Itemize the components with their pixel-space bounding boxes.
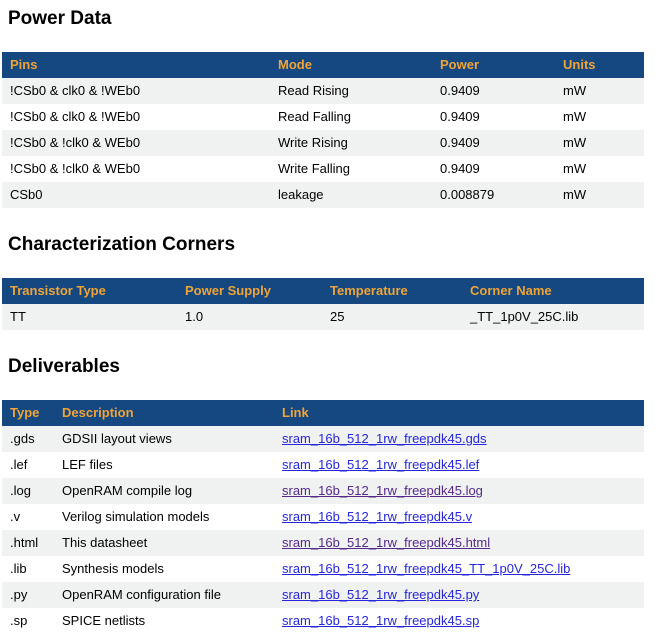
- table-row: .log OpenRAM compile log sram_16b_512_1r…: [2, 478, 644, 504]
- file-description-cell: OpenRAM compile log: [54, 478, 274, 504]
- table-row: .py OpenRAM configuration file sram_16b_…: [2, 582, 644, 608]
- table-row: .lib Synthesis models sram_16b_512_1rw_f…: [2, 556, 644, 582]
- column-header-transistor-type: Transistor Type: [2, 278, 177, 304]
- table-row: .sp SPICE netlists sram_16b_512_1rw_free…: [2, 608, 644, 634]
- deliverable-link-lef[interactable]: sram_16b_512_1rw_freepdk45.lef: [282, 457, 479, 472]
- file-link-cell: sram_16b_512_1rw_freepdk45_TT_1p0V_25C.l…: [274, 556, 644, 582]
- units-cell: mW: [555, 182, 644, 208]
- deliverable-link-sp[interactable]: sram_16b_512_1rw_freepdk45.sp: [282, 613, 479, 628]
- table-row: !CSb0 & !clk0 & WEb0 Write Rising 0.9409…: [2, 130, 644, 156]
- corners-header-row: Transistor Type Power Supply Temperature…: [2, 278, 644, 304]
- file-type-cell: .log: [2, 478, 54, 504]
- pins-cell: CSb0: [2, 182, 270, 208]
- characterization-corners-table: Transistor Type Power Supply Temperature…: [2, 278, 644, 330]
- table-row: .html This datasheet sram_16b_512_1rw_fr…: [2, 530, 644, 556]
- table-row: .lef LEF files sram_16b_512_1rw_freepdk4…: [2, 452, 644, 478]
- pins-cell: !CSb0 & !clk0 & WEb0: [2, 130, 270, 156]
- column-header-power-supply: Power Supply: [177, 278, 322, 304]
- section-title-power-data: Power Data: [8, 8, 658, 29]
- file-link-cell: sram_16b_512_1rw_freepdk45.lef: [274, 452, 644, 478]
- units-cell: mW: [555, 104, 644, 130]
- deliverable-link-py[interactable]: sram_16b_512_1rw_freepdk45.py: [282, 587, 479, 602]
- temperature-cell: 25: [322, 304, 462, 330]
- deliverable-link-lib[interactable]: sram_16b_512_1rw_freepdk45_TT_1p0V_25C.l…: [282, 561, 570, 576]
- column-header-type: Type: [2, 400, 54, 426]
- file-link-cell: sram_16b_512_1rw_freepdk45.log: [274, 478, 644, 504]
- deliverables-header-row: Type Description Link: [2, 400, 644, 426]
- file-description-cell: This datasheet: [54, 530, 274, 556]
- deliverable-link-html[interactable]: sram_16b_512_1rw_freepdk45.html: [282, 535, 490, 550]
- power-data-header-row: Pins Mode Power Units: [2, 52, 644, 78]
- table-row: .v Verilog simulation models sram_16b_51…: [2, 504, 644, 530]
- file-link-cell: sram_16b_512_1rw_freepdk45.sp: [274, 608, 644, 634]
- file-description-cell: SPICE netlists: [54, 608, 274, 634]
- column-header-power: Power: [432, 52, 555, 78]
- file-description-cell: GDSII layout views: [54, 426, 274, 452]
- file-type-cell: .sp: [2, 608, 54, 634]
- table-row: .gds GDSII layout views sram_16b_512_1rw…: [2, 426, 644, 452]
- column-header-description: Description: [54, 400, 274, 426]
- file-description-cell: Verilog simulation models: [54, 504, 274, 530]
- units-cell: mW: [555, 130, 644, 156]
- power-cell: 0.9409: [432, 156, 555, 182]
- pins-cell: !CSb0 & clk0 & !WEb0: [2, 104, 270, 130]
- table-row: !CSb0 & clk0 & !WEb0 Read Falling 0.9409…: [2, 104, 644, 130]
- deliverable-link-log[interactable]: sram_16b_512_1rw_freepdk45.log: [282, 483, 483, 498]
- power-cell: 0.9409: [432, 104, 555, 130]
- table-row: CSb0 leakage 0.008879 mW: [2, 182, 644, 208]
- deliverables-table: Type Description Link .gds GDSII layout …: [2, 400, 644, 634]
- power-cell: 0.008879: [432, 182, 555, 208]
- section-title-deliverables: Deliverables: [8, 356, 658, 377]
- file-link-cell: sram_16b_512_1rw_freepdk45.py: [274, 582, 644, 608]
- corner-name-cell: _TT_1p0V_25C.lib: [462, 304, 644, 330]
- column-header-pins: Pins: [2, 52, 270, 78]
- file-description-cell: LEF files: [54, 452, 274, 478]
- mode-cell: Write Falling: [270, 156, 432, 182]
- column-header-units: Units: [555, 52, 644, 78]
- mode-cell: Read Rising: [270, 78, 432, 104]
- file-type-cell: .gds: [2, 426, 54, 452]
- column-header-link: Link: [274, 400, 644, 426]
- column-header-corner-name: Corner Name: [462, 278, 644, 304]
- datasheet-page: Power Data Pins Mode Power Units !CSb0 &…: [0, 0, 660, 636]
- file-link-cell: sram_16b_512_1rw_freepdk45.gds: [274, 426, 644, 452]
- power-data-table: Pins Mode Power Units !CSb0 & clk0 & !WE…: [2, 52, 644, 208]
- table-row: TT 1.0 25 _TT_1p0V_25C.lib: [2, 304, 644, 330]
- mode-cell: Read Falling: [270, 104, 432, 130]
- file-description-cell: Synthesis models: [54, 556, 274, 582]
- deliverable-link-gds[interactable]: sram_16b_512_1rw_freepdk45.gds: [282, 431, 487, 446]
- section-title-characterization-corners: Characterization Corners: [8, 234, 658, 255]
- file-type-cell: .lib: [2, 556, 54, 582]
- table-row: !CSb0 & !clk0 & WEb0 Write Falling 0.940…: [2, 156, 644, 182]
- file-type-cell: .v: [2, 504, 54, 530]
- table-row: !CSb0 & clk0 & !WEb0 Read Rising 0.9409 …: [2, 78, 644, 104]
- mode-cell: leakage: [270, 182, 432, 208]
- power-cell: 0.9409: [432, 78, 555, 104]
- power-cell: 0.9409: [432, 130, 555, 156]
- file-type-cell: .py: [2, 582, 54, 608]
- file-link-cell: sram_16b_512_1rw_freepdk45.html: [274, 530, 644, 556]
- file-description-cell: OpenRAM configuration file: [54, 582, 274, 608]
- deliverable-link-v[interactable]: sram_16b_512_1rw_freepdk45.v: [282, 509, 472, 524]
- column-header-temperature: Temperature: [322, 278, 462, 304]
- mode-cell: Write Rising: [270, 130, 432, 156]
- pins-cell: !CSb0 & clk0 & !WEb0: [2, 78, 270, 104]
- file-type-cell: .html: [2, 530, 54, 556]
- file-type-cell: .lef: [2, 452, 54, 478]
- units-cell: mW: [555, 78, 644, 104]
- column-header-mode: Mode: [270, 52, 432, 78]
- units-cell: mW: [555, 156, 644, 182]
- transistor-type-cell: TT: [2, 304, 177, 330]
- power-supply-cell: 1.0: [177, 304, 322, 330]
- pins-cell: !CSb0 & !clk0 & WEb0: [2, 156, 270, 182]
- file-link-cell: sram_16b_512_1rw_freepdk45.v: [274, 504, 644, 530]
